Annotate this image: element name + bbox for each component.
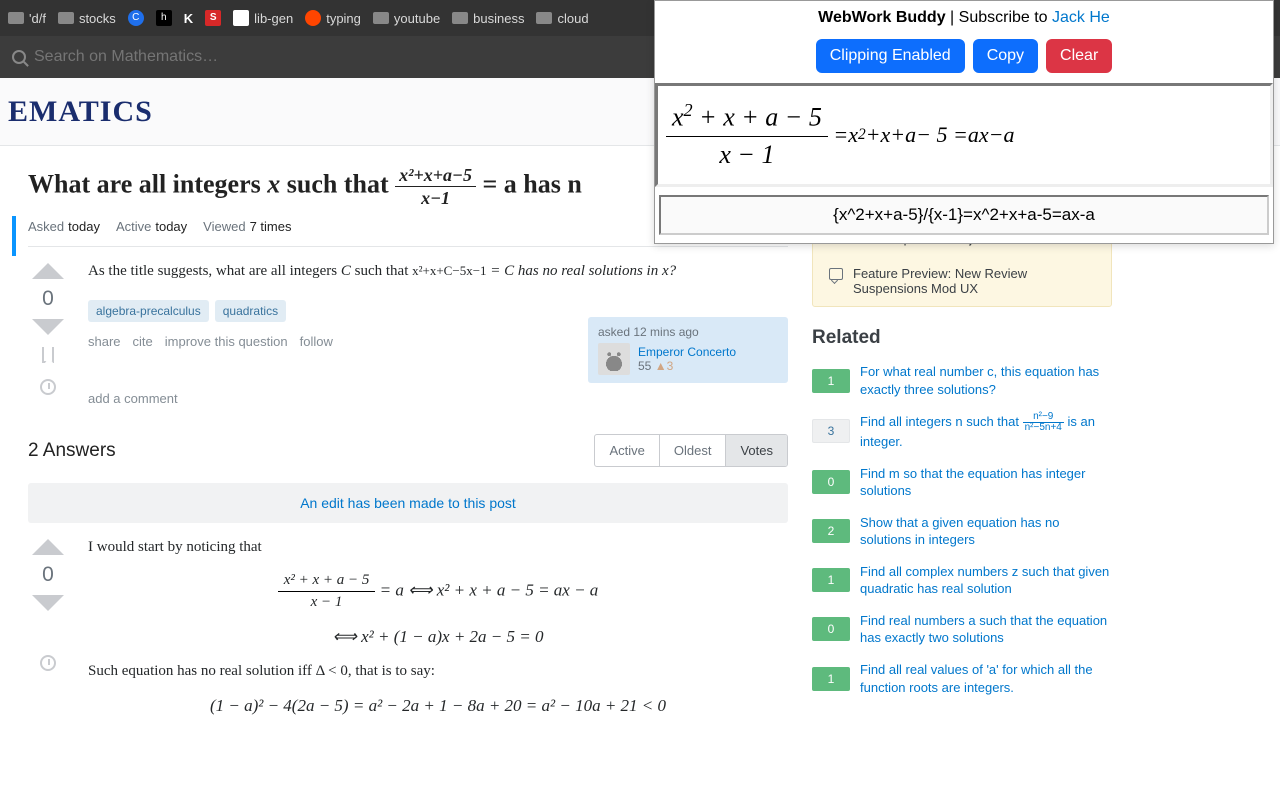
tag[interactable]: algebra-precalculus [88,300,209,322]
math-equation: ⟺ x² + (1 − a)x + 2a − 5 = 0 [88,627,788,647]
answer-body: I would start by noticing that x² + x + … [88,539,788,732]
webwork-buddy-panel: WebWork Buddy | Subscribe to Jack He Cli… [654,0,1274,244]
wwb-latex-input[interactable] [659,195,1269,235]
related-item[interactable]: 1Find all real values of 'a' for which a… [812,661,1112,696]
stat-active: Activetoday [116,219,187,234]
favicon-icon: S [205,10,221,26]
add-comment-link[interactable]: add a comment [88,383,788,406]
wwb-math-display: x2 + x + a − 5x − 1 = x2 + x + a − 5 = a… [655,83,1273,187]
folder-icon [452,12,468,24]
meta-item[interactable]: Feature Preview: New Review Suspensions … [813,256,1111,306]
bookmark-youtube[interactable]: youtube [373,11,440,26]
favicon-icon: h [156,10,172,26]
related-item[interactable]: 3Find all integers n such that n²−9n²−5n… [812,412,1112,451]
stat-asked: Askedtoday [28,219,100,234]
sidebar: Featured on Meta Creating new Help Cente… [812,166,1112,752]
bookmark-df[interactable]: 'd/f [8,11,46,26]
bookmark-typing[interactable]: typing [305,10,361,26]
upvote-button[interactable] [32,539,64,555]
answer-post: 0 I would start by noticing that x² + x … [28,539,788,732]
favicon-icon: K [184,11,193,26]
question-body: As the title suggests, what are all inte… [88,263,788,406]
question-post: 0 As the title suggests, what are all in… [28,263,788,406]
math-equation: (1 − a)² − 4(2a − 5) = a² − 2a + 1 − 8a … [88,696,788,716]
tab-oldest[interactable]: Oldest [660,435,727,466]
avatar[interactable] [598,343,630,375]
bookmark-cloud[interactable]: cloud [536,11,588,26]
copy-button[interactable]: Copy [973,39,1038,73]
related-item[interactable]: 0Find m so that the equation has integer… [812,465,1112,500]
vote-cell: 0 [28,263,68,406]
bookmark-libgen[interactable]: lib-gen [233,10,293,26]
folder-icon [536,12,552,24]
tag[interactable]: quadratics [215,300,286,322]
wwb-toolbar: Clipping Enabled Copy Clear [655,35,1273,83]
favicon-icon: C [128,10,144,26]
reddit-icon [305,10,321,26]
meta-icon [829,268,843,280]
bookmark-stocks[interactable]: stocks [58,11,116,26]
bookmark-icon[interactable] [42,347,54,363]
answers-header: 2 Answers Active Oldest Votes [28,434,788,467]
user-card: asked 12 mins ago Emperor Concerto 55 ▲3 [588,317,788,383]
related-item[interactable]: 0Find real numbers a such that the equat… [812,612,1112,647]
site-logo[interactable]: EMATICS [8,95,153,129]
bronze-badge: ▲3 [655,359,674,373]
cite-link[interactable]: cite [133,334,153,349]
folder-icon [8,12,24,24]
user-name-link[interactable]: Emperor Concerto [638,345,736,359]
left-rail-indicator [12,216,16,256]
related-item[interactable]: 2Show that a given equation has no solut… [812,514,1112,549]
wwb-subscribe-link[interactable]: Jack He [1052,9,1110,26]
improve-link[interactable]: improve this question [165,334,288,349]
related-item[interactable]: 1For what real number c, this equation h… [812,363,1112,398]
bookmark-h[interactable]: h [156,10,172,26]
stat-viewed: Viewed7 times [203,219,291,234]
related-header: Related [812,327,1112,349]
bookmark-k[interactable]: K [184,11,193,26]
downvote-button[interactable] [32,595,64,611]
vote-count: 0 [42,287,54,311]
answers-count: 2 Answers [28,440,116,462]
history-icon[interactable] [40,655,56,671]
downvote-button[interactable] [32,319,64,335]
search-icon [12,50,26,64]
edit-notice[interactable]: An edit has been made to this post [28,483,788,523]
math-equation: x² + x + a − 5x − 1 = a ⟺ x² + x + a − 5… [88,572,788,611]
favicon-icon [233,10,249,26]
follow-link[interactable]: follow [300,334,333,349]
vote-cell: 0 [28,539,68,732]
bookmark-c[interactable]: C [128,10,144,26]
folder-icon [58,12,74,24]
clear-button[interactable]: Clear [1046,39,1112,73]
related-item[interactable]: 1Find all complex numbers z such that gi… [812,563,1112,598]
tab-active[interactable]: Active [595,435,659,466]
clipping-enabled-button[interactable]: Clipping Enabled [816,39,965,73]
wwb-title: WebWork Buddy | Subscribe to Jack He [655,1,1273,35]
share-link[interactable]: share [88,334,121,349]
upvote-button[interactable] [32,263,64,279]
folder-icon [373,12,389,24]
tab-votes[interactable]: Votes [726,435,787,466]
bookmark-s[interactable]: S [205,10,221,26]
main-content: What are all integers x such that x²+x+a… [28,166,788,752]
sort-tabs: Active Oldest Votes [594,434,788,467]
history-icon[interactable] [40,379,56,395]
vote-count: 0 [42,563,54,587]
bookmark-business[interactable]: business [452,11,524,26]
